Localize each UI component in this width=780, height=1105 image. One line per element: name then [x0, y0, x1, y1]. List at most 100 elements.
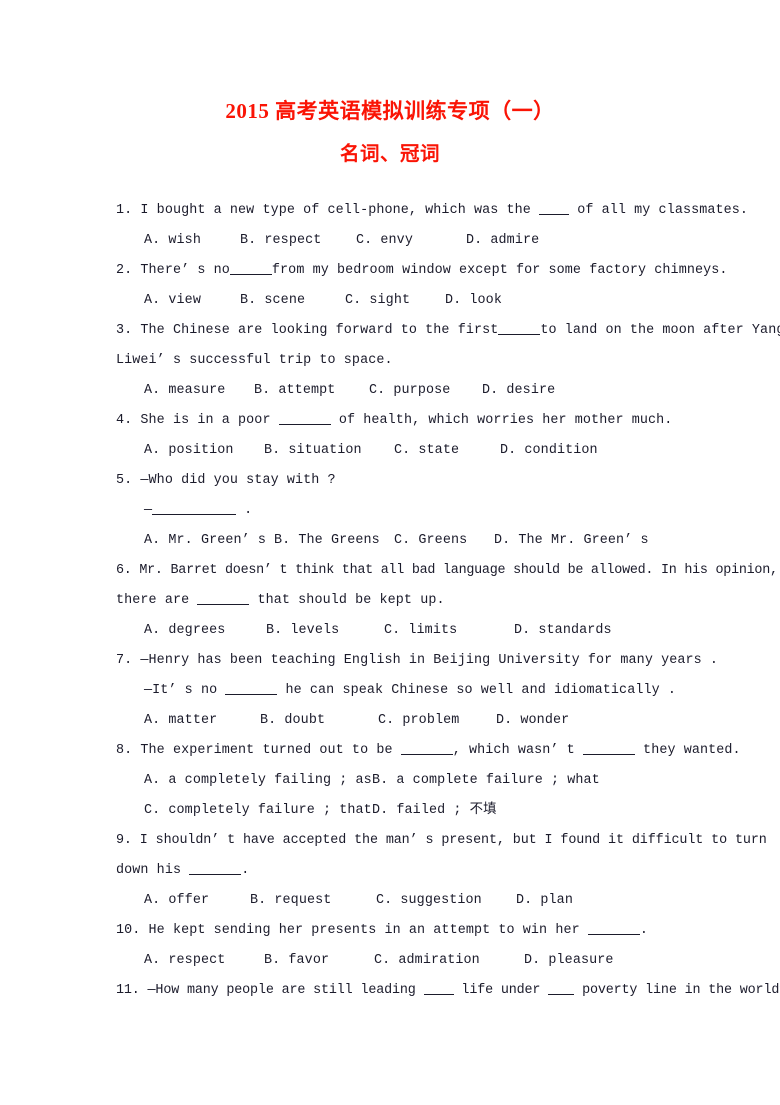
- answer-blank: [400, 743, 453, 755]
- question-7-text-pre: —It’ s no: [144, 683, 226, 698]
- option-d[interactable]: D. condition: [500, 436, 598, 466]
- option-c[interactable]: C. state: [394, 436, 500, 466]
- question-options-10: A. respect B. favor C. admiration D. pleasu…: [116, 946, 666, 976]
- option-a[interactable]: A. offer: [144, 886, 250, 916]
- option-a[interactable]: A. matter: [144, 706, 260, 736]
- question-options-9: A. offer B. request C. suggestion D. plan: [116, 886, 666, 916]
- answer-blank: [278, 413, 331, 425]
- question-stem-1: 1. I bought a new type of cell-phone, wh…: [116, 196, 748, 226]
- option-b[interactable]: B. The Greens: [274, 526, 394, 556]
- option-d[interactable]: D. wonder: [496, 706, 569, 736]
- question-options-5: A. Mr. Green’ s B. The Greens C. Greens D. …: [116, 526, 666, 556]
- option-a[interactable]: A. wish: [144, 226, 240, 256]
- question-8-text-pre: 8. The experiment turned out to be: [116, 743, 401, 758]
- question-9-text-post: .: [241, 863, 250, 878]
- question-stem-3: 3. The Chinese are looking forward to th…: [116, 316, 780, 346]
- option-d[interactable]: D. desire: [482, 376, 555, 406]
- question-stem-2: 2. There’ s no from my bedroom window exc…: [116, 256, 727, 286]
- option-a[interactable]: A. measure: [144, 376, 254, 406]
- answer-blank: [539, 203, 570, 215]
- question-stem-3-line2: Liwei’ s successful trip to space.: [116, 353, 393, 368]
- option-b[interactable]: B. scene: [240, 286, 345, 316]
- option-b[interactable]: B. a complete failure ; what: [372, 766, 600, 796]
- answer-blank: [498, 323, 541, 335]
- question-stem-6-line2: there are that should be kept up.: [116, 586, 666, 616]
- question-options-2: A. view B. scene C. sight D. look: [116, 286, 666, 316]
- option-b[interactable]: B. respect: [240, 226, 356, 256]
- question-2-text-pre: 2. There’ s no: [116, 263, 230, 278]
- option-c[interactable]: C. completely failure ; that: [144, 796, 372, 826]
- option-d[interactable]: D. plan: [516, 886, 573, 916]
- page-title: 2015 高考英语模拟训练专项（一）: [225, 99, 555, 123]
- option-a[interactable]: A. degrees: [144, 616, 266, 646]
- option-c[interactable]: C. purpose: [369, 376, 482, 406]
- option-a[interactable]: A. Mr. Green’ s: [144, 526, 274, 556]
- option-a[interactable]: A. respect: [144, 946, 264, 976]
- option-d[interactable]: D. pleasure: [524, 946, 614, 976]
- option-b[interactable]: B. doubt: [260, 706, 378, 736]
- option-c[interactable]: C. envy: [356, 226, 466, 256]
- question-stem-7-line2: —It’ s no he can speak Chinese so well a…: [116, 676, 676, 706]
- question-4-text-post: of health, which worries her mother much…: [330, 413, 673, 428]
- option-b[interactable]: B. situation: [264, 436, 394, 466]
- option-a[interactable]: A. a completely failing ; as: [144, 766, 372, 796]
- option-d[interactable]: D. admire: [466, 226, 539, 256]
- question-stem-5: 5. —Who did you stay with ?: [116, 473, 336, 488]
- question-6-text-pre: there are: [116, 593, 198, 608]
- question-2-text-post: from my bedroom window except for some f…: [271, 263, 728, 278]
- question-stem-8: 8. The experiment turned out to be , whi…: [116, 736, 741, 766]
- answer-blank: [229, 263, 272, 275]
- option-c[interactable]: C. Greens: [394, 526, 494, 556]
- question-10-text-post: .: [639, 923, 649, 938]
- answer-blank: [587, 923, 640, 935]
- question-8-text-post: they wanted.: [634, 743, 741, 758]
- question-options-7: A. matter B. doubt C. problem D. wonder: [116, 706, 666, 736]
- question-options-1: A. wish B. respect C. envy D. admire: [116, 226, 666, 256]
- question-stem-10: 10. He kept sending her presents in an a…: [116, 916, 666, 946]
- answer-blank: [582, 743, 635, 755]
- question-stem-7: 7. —Henry has been teaching English in B…: [116, 653, 719, 668]
- question-1-text-pre: 1. I bought a new type of cell-phone, wh…: [116, 203, 540, 218]
- question-stem-6: 6. Mr. Barret doesn’ t think that all ba…: [116, 563, 778, 578]
- question-list: 1. I bought a new type of cell-phone, wh…: [0, 196, 780, 1006]
- option-b[interactable]: B. favor: [264, 946, 374, 976]
- option-a[interactable]: A. position: [144, 436, 264, 466]
- option-c[interactable]: C. sight: [345, 286, 445, 316]
- option-c[interactable]: C. limits: [384, 616, 514, 646]
- question-4-text-pre: 4. She is in a poor: [116, 413, 279, 428]
- question-stem-11: 11. —How many people are still leading l…: [116, 976, 780, 1006]
- option-d[interactable]: D. standards: [514, 616, 612, 646]
- option-d[interactable]: D. The Mr. Green’ s: [494, 526, 649, 556]
- option-a[interactable]: A. view: [144, 286, 240, 316]
- question-stem-5-line2: — .: [116, 496, 666, 526]
- question-options-6: A. degrees B. levels C. limits D. standards: [116, 616, 666, 646]
- question-stem-9: 9. I shouldn’ t have accepted the man’ s…: [116, 833, 767, 848]
- option-d[interactable]: D. look: [445, 286, 502, 316]
- question-stem-4: 4. She is in a poor of health, which wor…: [116, 406, 672, 436]
- option-b[interactable]: B. request: [250, 886, 376, 916]
- question-stem-9-line2: down his .: [116, 856, 666, 886]
- option-b[interactable]: B. levels: [266, 616, 384, 646]
- answer-blank: [189, 863, 242, 875]
- option-c[interactable]: C. admiration: [374, 946, 524, 976]
- option-c[interactable]: C. suggestion: [376, 886, 516, 916]
- question-6-text-post: that should be kept up.: [249, 593, 445, 608]
- question-options-3: A. measure B. attempt C. purpose D. desire: [116, 376, 666, 406]
- answer-blank: [423, 983, 454, 995]
- question-11-text-pre: 11. —How many people are still leading: [116, 983, 424, 998]
- answer-blank: [197, 593, 250, 605]
- document-page: 2015 高考英语模拟训练专项（一） 名词、冠词 1. I bought a n…: [0, 0, 780, 1105]
- option-c[interactable]: C. problem: [378, 706, 496, 736]
- question-5-dash: —: [144, 503, 153, 518]
- question-7-text-post: he can speak Chinese so well and idiomat…: [277, 683, 677, 698]
- question-3-text-pre: 3. The Chinese are looking forward to th…: [116, 323, 499, 338]
- question-3-text-post: to land on the moon after Yang: [540, 323, 780, 338]
- question-11-text-mid: life under: [453, 983, 549, 998]
- option-d[interactable]: D. failed ; 不填: [372, 796, 497, 826]
- answer-blank: [152, 503, 237, 515]
- question-1-text-post: of all my classmates.: [569, 203, 749, 218]
- question-options-8-row2: C. completely failure ; thatD. failed ; …: [116, 796, 666, 826]
- option-b[interactable]: B. attempt: [254, 376, 369, 406]
- page-subtitle: 名词、冠词: [339, 144, 440, 165]
- question-5-text-post: .: [236, 503, 253, 518]
